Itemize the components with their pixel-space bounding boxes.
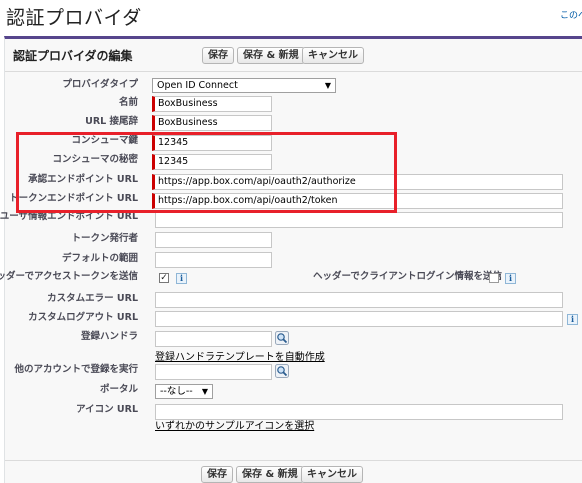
portal-value: --なし-- — [160, 386, 193, 397]
custom-error-url-label: カスタムエラー URL — [47, 293, 138, 304]
magnifier-icon[interactable] — [275, 364, 289, 378]
chevron-down-icon: ▼ — [201, 387, 208, 396]
page-title: 認証プロバイダ — [6, 7, 142, 29]
info-icon[interactable]: i — [505, 273, 516, 284]
consumer-secret-input[interactable]: 12345 — [152, 154, 272, 170]
token-issuer-input[interactable] — [155, 232, 272, 248]
custom-logout-url-label: カスタムログアウト URL — [28, 312, 138, 323]
authorize-endpoint-label: 承認エンドポイント URL — [28, 174, 138, 185]
consumer-key-label: コンシューマ鍵 — [71, 135, 138, 146]
execute-registration-label: 他のアカウントで登録を実行 — [14, 364, 138, 375]
registration-handler-label: 登録ハンドラ — [80, 331, 138, 342]
portal-label: ポータル — [99, 384, 138, 395]
url-suffix-label: URL 接尾辞 — [85, 116, 138, 127]
token-endpoint-label: トークンエンドポイント URL — [9, 193, 138, 204]
save-button-bottom[interactable]: 保存 — [201, 466, 233, 483]
save-new-button-bottom[interactable]: 保存 & 新規 — [236, 466, 304, 483]
provider-type-label: プロバイダタイプ — [62, 79, 138, 90]
execute-registration-input[interactable] — [155, 364, 272, 380]
cancel-button-top[interactable]: キャンセル — [302, 47, 364, 64]
consumer-secret-label: コンシューマの秘密 — [52, 154, 138, 165]
name-label: 名前 — [118, 97, 138, 108]
send-client-credentials-checkbox[interactable] — [489, 273, 499, 283]
userinfo-endpoint-input[interactable] — [155, 212, 563, 228]
userinfo-endpoint-label: ユーザ情報エンドポイント URL — [0, 211, 138, 222]
provider-type-value: Open ID Connect — [157, 80, 238, 91]
panel-header: 認証プロバイダの編集 保存 保存 & 新規 キャンセル — [5, 39, 582, 72]
default-scopes-input[interactable] — [155, 252, 272, 268]
default-scopes-label: デフォルトの範囲 — [61, 253, 138, 264]
authorize-endpoint-input[interactable]: https://app.box.com/api/oauth2/authorize — [152, 174, 563, 190]
token-endpoint-input[interactable]: https://app.box.com/api/oauth2/token — [152, 193, 563, 209]
url-suffix-input[interactable]: BoxBusiness — [152, 115, 272, 131]
magnifier-icon[interactable] — [275, 331, 289, 345]
send-access-token-label: ヘッダーでアクセストークンを送信 — [0, 271, 138, 282]
info-icon[interactable]: i — [176, 273, 187, 284]
name-input[interactable]: BoxBusiness — [152, 96, 272, 112]
info-icon[interactable]: i — [567, 314, 578, 325]
token-issuer-label: トークン発行者 — [71, 233, 138, 244]
icon-url-label: アイコン URL — [76, 404, 138, 415]
provider-type-select[interactable]: Open ID Connect ▼ — [152, 78, 336, 93]
save-new-button-top[interactable]: 保存 & 新規 — [237, 47, 305, 64]
send-client-credentials-label: ヘッダーでクライアントログイン情報を送信 — [313, 271, 503, 282]
choose-sample-icon-link[interactable]: いずれかのサンプルアイコンを選択 — [155, 417, 314, 432]
cancel-button-bottom[interactable]: キャンセル — [301, 466, 363, 483]
save-button-top[interactable]: 保存 — [202, 47, 234, 64]
chevron-down-icon: ▼ — [324, 81, 331, 90]
consumer-key-input[interactable]: 12345 — [152, 135, 272, 151]
auto-create-handler-link[interactable]: 登録ハンドラテンプレートを自動作成 — [155, 348, 325, 363]
bottom-divider — [5, 460, 582, 461]
registration-handler-input[interactable] — [155, 331, 272, 347]
portal-select[interactable]: --なし-- ▼ — [155, 384, 213, 399]
send-access-token-checkbox[interactable]: ✓ — [159, 273, 169, 283]
help-link[interactable]: このペ — [560, 8, 582, 21]
custom-logout-url-input[interactable] — [155, 311, 563, 327]
section-title: 認証プロバイダの編集 — [13, 49, 133, 63]
custom-error-url-input[interactable] — [155, 292, 563, 308]
